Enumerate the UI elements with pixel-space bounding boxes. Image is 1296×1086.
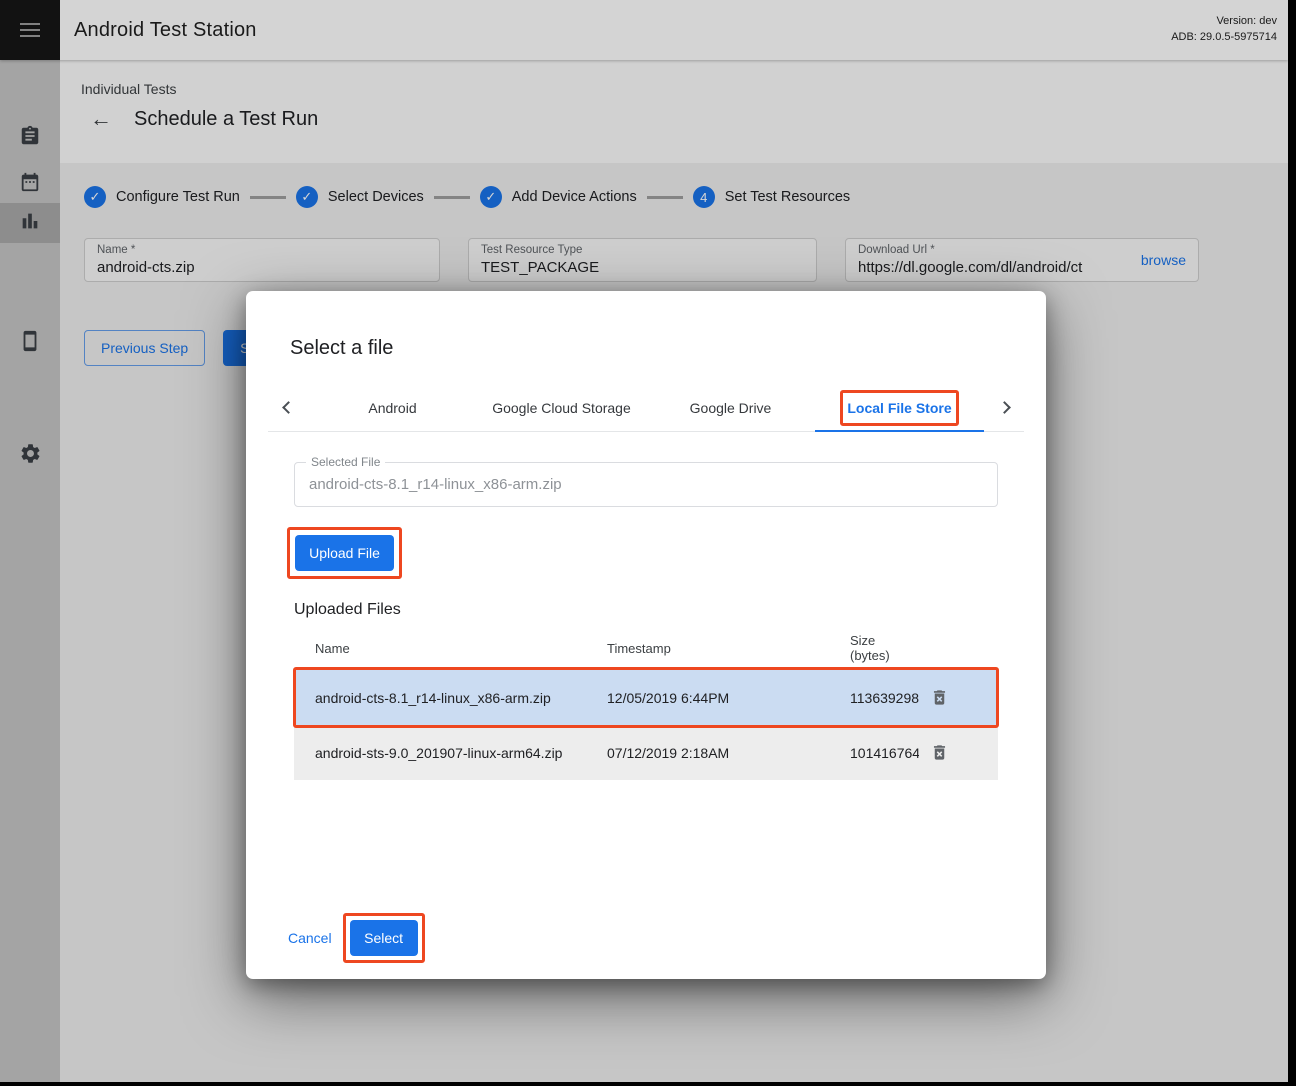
delete-file-button[interactable] — [925, 684, 953, 712]
column-header-actions — [919, 636, 959, 660]
file-row-android-cts[interactable]: android-cts-8.1_r14-linux_x86-arm.zip 12… — [294, 670, 998, 725]
upload-file-button[interactable]: Upload File — [295, 535, 394, 571]
dialog-title: Select a file — [290, 336, 1046, 360]
uploaded-files-table: Name Timestamp Size (bytes) android-cts-… — [294, 627, 998, 780]
column-header-size: Size (bytes) — [829, 627, 919, 669]
screen: Android Test Station Version: dev ADB: 2… — [0, 0, 1296, 1086]
selected-file-field[interactable]: Selected File android-cts-8.1_r14-linux_… — [294, 462, 998, 507]
uploaded-files-heading: Uploaded Files — [294, 601, 1046, 619]
tab-local-file-store[interactable]: Local File Store — [815, 384, 984, 431]
tab-google-drive[interactable]: Google Drive — [646, 384, 815, 431]
cancel-button[interactable]: Cancel — [288, 930, 332, 946]
tab-google-cloud-storage[interactable]: Google Cloud Storage — [477, 384, 646, 431]
column-header-name: Name — [294, 629, 586, 668]
file-timestamp-cell: 12/05/2019 6:44PM — [586, 690, 829, 706]
delete-file-button[interactable] — [925, 739, 953, 767]
chevron-right-icon — [998, 401, 1011, 414]
tab-android[interactable]: Android — [308, 384, 477, 431]
select-button[interactable]: Select — [350, 920, 418, 956]
selected-file-label: Selected File — [306, 455, 385, 469]
trash-icon — [930, 688, 949, 707]
dialog-tabbar: Android Google Cloud Storage Google Driv… — [268, 384, 1024, 432]
file-name-cell: android-cts-8.1_r14-linux_x86-arm.zip — [294, 690, 586, 706]
tabs-scroll-right-button[interactable] — [984, 384, 1024, 431]
selected-file-value: android-cts-8.1_r14-linux_x86-arm.zip — [295, 463, 997, 506]
tabs-scroll-left-button[interactable] — [268, 384, 308, 431]
chevron-left-icon — [282, 401, 295, 414]
file-row-android-sts[interactable]: android-sts-9.0_201907-linux-arm64.zip 0… — [294, 725, 998, 780]
trash-icon — [930, 743, 949, 762]
file-size-cell: 113639298 — [829, 690, 919, 706]
table-header-row: Name Timestamp Size (bytes) — [294, 627, 998, 670]
file-size-cell: 101416764 — [829, 745, 919, 761]
dialog-footer: Cancel Select — [288, 920, 418, 956]
select-file-dialog: Select a file Android Google Cloud Stora… — [246, 291, 1046, 979]
file-name-cell: android-sts-9.0_201907-linux-arm64.zip — [294, 745, 586, 761]
file-timestamp-cell: 07/12/2019 2:18AM — [586, 745, 829, 761]
column-header-timestamp: Timestamp — [586, 629, 829, 668]
